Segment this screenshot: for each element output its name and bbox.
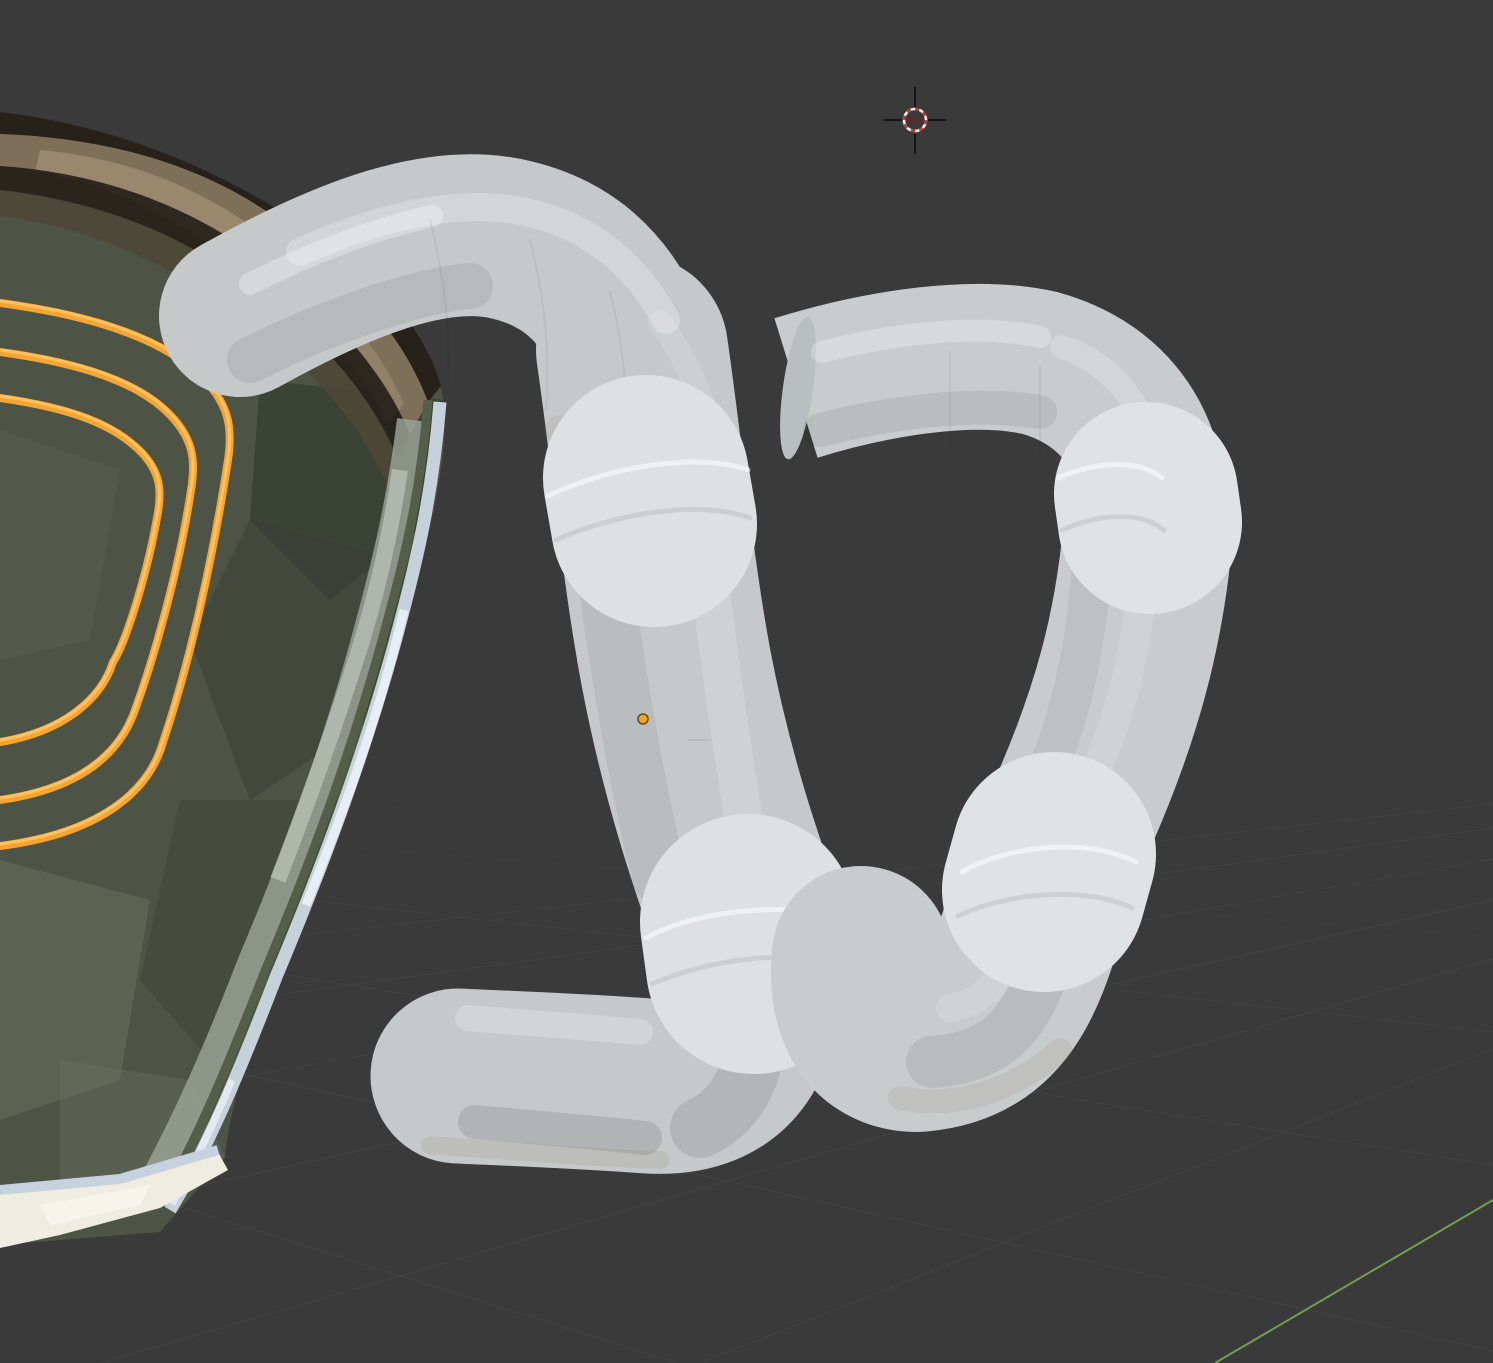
pipe-small-collar-lower[interactable] [1044, 854, 1054, 890]
blender-3d-viewport[interactable] [0, 0, 1493, 1363]
object-origin-dot [638, 714, 648, 724]
pipe-large-collar-upper[interactable] [646, 478, 654, 524]
